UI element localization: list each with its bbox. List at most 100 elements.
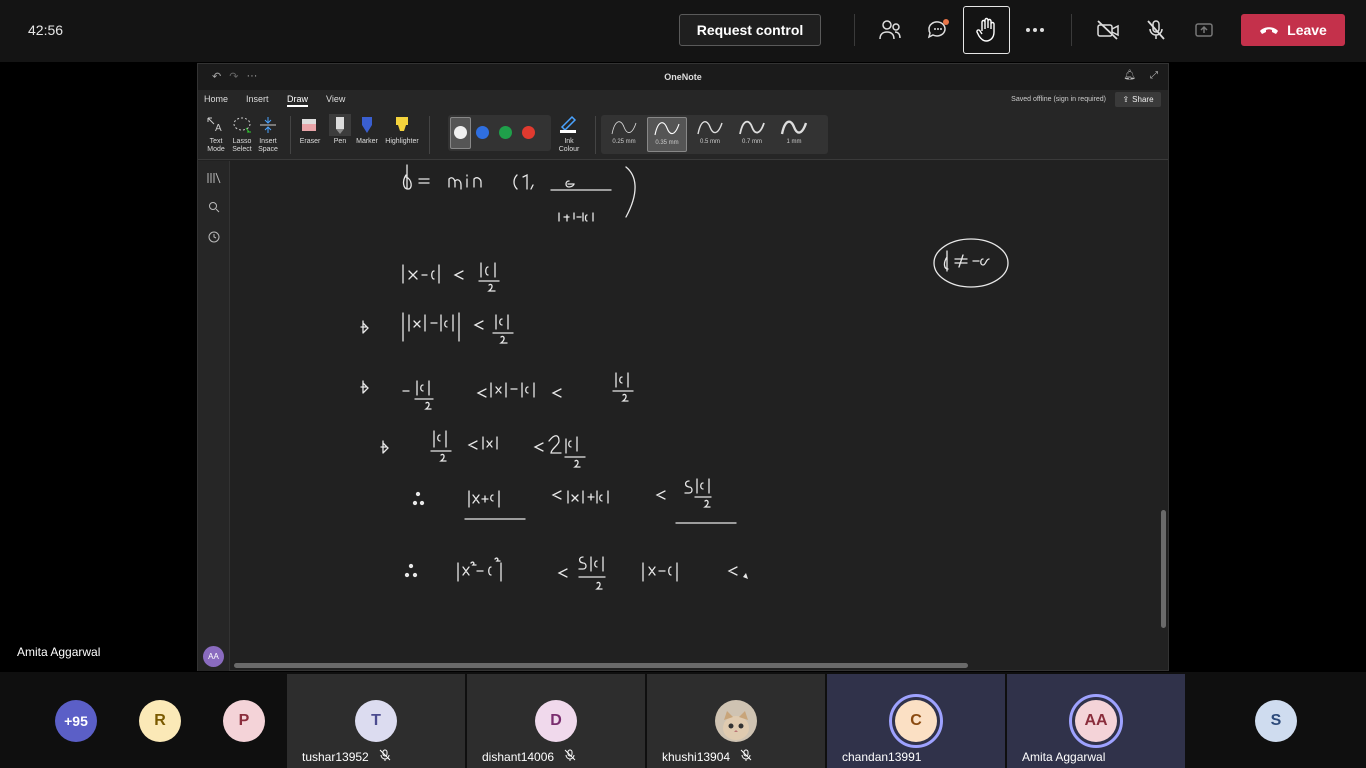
more-participants-badge[interactable]: +95 <box>55 700 97 742</box>
notebook-nav: AA <box>198 161 230 671</box>
participant-name-text: Amita Aggarwal <box>1022 750 1106 764</box>
bell-icon[interactable]: 🔔︎ <box>1123 70 1136 81</box>
participant-name: khushi13904 <box>662 749 752 764</box>
thickness-label: 0.5 mm <box>699 139 720 145</box>
divider <box>429 116 430 154</box>
request-control-button[interactable]: Request control <box>679 14 821 46</box>
participant-name: chandan13991 <box>842 750 921 764</box>
divider <box>595 116 596 154</box>
color-swatch-green[interactable] <box>499 126 512 139</box>
pen-tool[interactable]: Pen <box>328 114 352 146</box>
fullscreen-icon[interactable]: ⤢ <box>1150 70 1158 81</box>
color-palette <box>448 115 551 151</box>
participant-tile[interactable]: D dishant14006 <box>467 674 645 768</box>
color-swatch-white[interactable] <box>454 126 467 139</box>
participant-name-text: tushar13952 <box>302 749 369 764</box>
people-icon[interactable] <box>870 12 910 48</box>
tab-home[interactable]: Home <box>204 94 228 104</box>
notebooks-icon[interactable] <box>207 171 221 185</box>
thickness-label: 1 mm <box>786 139 802 145</box>
pen-icon <box>329 114 351 136</box>
participant-tile-speaking[interactable]: AA Amita Aggarwal <box>1007 674 1185 768</box>
mic-off-icon <box>379 749 391 764</box>
pen-label: Pen <box>333 138 347 145</box>
presenter-name: Amita Aggarwal <box>17 645 101 659</box>
text-mode-icon: A <box>205 114 227 136</box>
more-icon[interactable] <box>1015 12 1055 48</box>
chat-icon[interactable] <box>918 12 958 48</box>
thickness-0-25[interactable]: 0.25 mm <box>604 117 644 152</box>
horizontal-scrollbar[interactable] <box>234 663 968 668</box>
lasso-select-tool[interactable]: Lasso Select <box>229 114 255 154</box>
eraser-icon <box>299 114 321 136</box>
mic-off-icon <box>740 749 752 764</box>
text-mode-label: Text Mode <box>207 138 225 153</box>
tab-insert[interactable]: Insert <box>246 94 269 104</box>
search-icon[interactable] <box>207 200 221 214</box>
thickness-0-35[interactable]: 0.35 mm <box>647 117 687 152</box>
thickness-1[interactable]: 1 mm <box>774 117 814 152</box>
vertical-scrollbar[interactable] <box>1161 510 1166 628</box>
avatar: C <box>895 700 937 742</box>
color-swatch-blue[interactable] <box>476 126 489 139</box>
insert-space-icon <box>257 114 279 136</box>
onenote-window: OneNote ↶ ↷ ··· 🔔︎ ⤢ Home Insert Draw Vi… <box>197 63 1169 671</box>
camera-off-icon[interactable] <box>1088 12 1128 48</box>
participant-tile[interactable]: T tushar13952 <box>287 674 465 768</box>
ink-canvas[interactable] <box>231 161 1159 661</box>
quick-actions: ↶ ↷ ··· <box>212 70 257 83</box>
leave-button[interactable]: Leave <box>1241 14 1345 46</box>
mic-off-icon[interactable] <box>1136 12 1176 48</box>
share-button[interactable]: ⇪ Share <box>1115 92 1161 107</box>
ink-colour-tool[interactable]: Ink Colour <box>554 114 584 154</box>
participant-tile[interactable]: khushi13904 <box>647 674 825 768</box>
highlighter-icon <box>391 114 413 136</box>
undo-icon[interactable]: ↶ <box>212 70 221 83</box>
participant-tile-speaking[interactable]: C chandan13991 <box>827 674 1005 768</box>
participant-name: tushar13952 <box>302 749 391 764</box>
tab-view[interactable]: View <box>326 94 345 104</box>
share-icon: ⇪ <box>1122 95 1130 104</box>
marker-icon <box>356 114 378 136</box>
save-status: Saved offline (sign in required) <box>1011 96 1106 103</box>
share-tray-icon[interactable] <box>1184 12 1224 48</box>
text-mode-tool[interactable]: A Text Mode <box>203 114 229 154</box>
avatar[interactable]: P <box>223 700 265 742</box>
avatar: D <box>535 700 577 742</box>
lasso-icon <box>231 114 253 136</box>
redo-icon[interactable]: ↷ <box>229 70 238 83</box>
draw-ribbon: A Text Mode Lasso Select Insert Space Er… <box>198 110 1168 160</box>
tab-draw[interactable]: Draw <box>287 94 309 107</box>
more-icon[interactable]: ··· <box>246 70 257 83</box>
color-swatch-red[interactable] <box>522 126 535 139</box>
raise-hand-icon[interactable] <box>963 6 1010 54</box>
divider <box>290 116 291 154</box>
eraser-label: Eraser <box>299 138 321 145</box>
app-title: OneNote <box>198 64 1168 90</box>
participant-name-text: khushi13904 <box>662 749 731 764</box>
eraser-tool[interactable]: Eraser <box>295 114 325 146</box>
participant-name: dishant14006 <box>482 749 576 764</box>
participant-name-text: dishant14006 <box>482 749 555 764</box>
avatar <box>715 700 757 742</box>
thickness-0-5[interactable]: 0.5 mm <box>690 117 730 152</box>
avatar[interactable]: R <box>139 700 181 742</box>
mic-off-icon <box>564 749 576 764</box>
divider <box>1071 14 1072 46</box>
marker-tool[interactable]: Marker <box>353 114 381 146</box>
avatar[interactable]: S <box>1255 700 1297 742</box>
avatar[interactable]: AA <box>203 646 224 667</box>
thickness-label: 0.7 mm <box>741 139 762 145</box>
lasso-select-label: Lasso Select <box>232 138 252 153</box>
ink-colour-icon <box>558 114 580 136</box>
thickness-0-7[interactable]: 0.7 mm <box>732 117 772 152</box>
kitten-photo <box>715 700 757 742</box>
insert-space-tool[interactable]: Insert Space <box>255 114 281 154</box>
handwritten-ink <box>360 164 1009 590</box>
participants-bar: +95 R P T tushar13952 D dishant14006 khu… <box>0 672 1366 768</box>
thickness-label: 0.25 mm <box>612 139 636 145</box>
ink-colour-label: Ink Colour <box>558 138 580 153</box>
recent-icon[interactable] <box>207 230 221 244</box>
meeting-top-bar: 42:56 Request control Leave <box>0 0 1366 62</box>
highlighter-tool[interactable]: Highlighter <box>382 114 422 146</box>
